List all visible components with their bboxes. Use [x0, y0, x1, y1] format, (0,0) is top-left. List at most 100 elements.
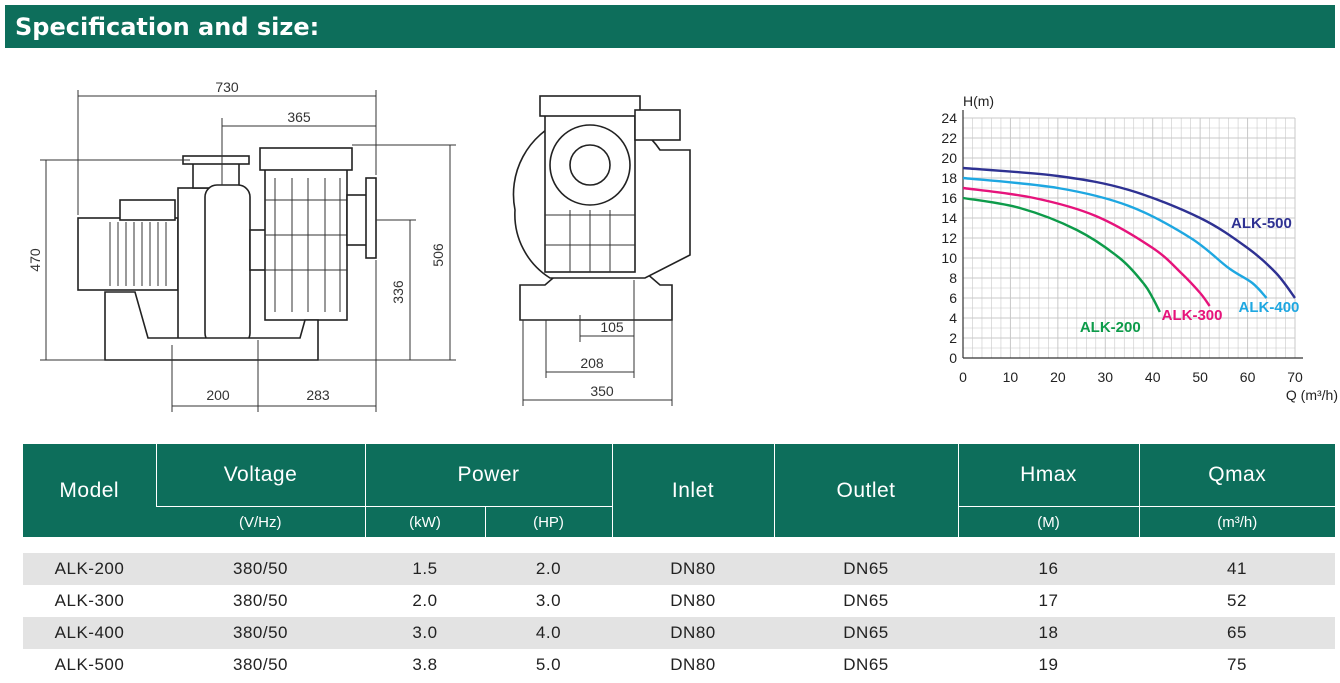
- cell-kw: 3.8: [365, 649, 485, 681]
- y-tick-label: 12: [941, 230, 957, 246]
- terminal-box: [119, 199, 176, 221]
- cell-kw: 1.5: [365, 553, 485, 585]
- outlet-flange: [182, 155, 250, 165]
- dim-half-length: 365: [287, 109, 311, 125]
- x-tick-label: 0: [959, 369, 967, 385]
- motor-flange: [177, 187, 209, 341]
- motor-body: [77, 217, 179, 291]
- dim-base-left: 200: [206, 387, 230, 403]
- front-lid: [539, 95, 641, 117]
- x-tick-label: 30: [1097, 369, 1113, 385]
- dim-total-length: 730: [215, 79, 239, 95]
- cell-outlet: DN65: [774, 553, 958, 585]
- cell-outlet: DN65: [774, 649, 958, 681]
- cell-voltage: 380/50: [156, 649, 365, 681]
- x-tick-label: 10: [1003, 369, 1019, 385]
- spec-table: Model Voltage Power Inlet Outlet Hmax Qm…: [23, 444, 1335, 681]
- col-header-outlet: Outlet: [773, 444, 958, 537]
- unit-voltage: (V/Hz): [156, 506, 365, 537]
- front-view-drawing: 105 208 350: [512, 95, 691, 406]
- performance-chart: 0 10 20 30 40 50 60 70024681012141618202224H(m)…: [941, 93, 1338, 403]
- cell-qmax: 65: [1139, 617, 1335, 649]
- col-header-model: Model: [23, 444, 156, 537]
- cell-hp: 3.0: [485, 585, 612, 617]
- y-tick-label: 16: [941, 190, 957, 206]
- cell-model: ALK-200: [23, 553, 156, 585]
- col-header-qmax: Qmax: [1138, 444, 1335, 507]
- unit-hmax: (M): [957, 506, 1139, 537]
- cell-hmax: 16: [958, 553, 1139, 585]
- col-header-inlet: Inlet: [611, 444, 774, 537]
- series-label: ALK-400: [1239, 299, 1300, 316]
- cell-outlet: DN65: [774, 585, 958, 617]
- cell-hmax: 19: [958, 649, 1139, 681]
- cell-model: ALK-500: [23, 649, 156, 681]
- unit-qmax: (m³/h): [1138, 506, 1335, 537]
- x-tick-label: 70: [1287, 369, 1303, 385]
- front-inlet-port: [569, 144, 611, 186]
- front-outlet: [634, 109, 681, 141]
- strainer-housing: [264, 167, 348, 321]
- cell-hmax: 17: [958, 585, 1139, 617]
- unit-kw: (kW): [364, 506, 485, 537]
- side-view-drawing: 730 365 470 506 336 200 283: [27, 79, 456, 412]
- x-tick-label: 40: [1145, 369, 1161, 385]
- dim-height: 470: [27, 248, 43, 272]
- dim-height-outlet: 506: [430, 243, 446, 267]
- y-tick-label: 20: [941, 150, 957, 166]
- cell-model: ALK-400: [23, 617, 156, 649]
- x-tick-label: 60: [1240, 369, 1256, 385]
- dim-foot-span: 208: [580, 355, 604, 371]
- series-label: ALK-200: [1080, 319, 1141, 336]
- cell-qmax: 75: [1139, 649, 1335, 681]
- col-header-power: Power: [364, 444, 612, 507]
- strainer-lid: [259, 147, 353, 171]
- unit-hp: (HP): [484, 506, 612, 537]
- y-axis-label: H(m): [963, 93, 994, 109]
- table-row: ALK-400 380/50 3.0 4.0 DN80 DN65 18 65: [23, 617, 1335, 649]
- x-tick-label: 50: [1192, 369, 1208, 385]
- cell-hp: 2.0: [485, 553, 612, 585]
- y-tick-label: 8: [949, 270, 957, 286]
- y-tick-label: 14: [941, 210, 957, 226]
- cell-model: ALK-300: [23, 585, 156, 617]
- cell-kw: 2.0: [365, 585, 485, 617]
- cell-outlet: DN65: [774, 617, 958, 649]
- y-tick-label: 2: [949, 330, 957, 346]
- cell-inlet: DN80: [612, 649, 774, 681]
- y-tick-label: 6: [949, 290, 957, 306]
- cell-hp: 4.0: [485, 617, 612, 649]
- cell-voltage: 380/50: [156, 585, 365, 617]
- dim-total-width: 350: [590, 383, 614, 399]
- dim-foot-half: 105: [600, 319, 624, 335]
- y-tick-label: 24: [941, 110, 957, 126]
- table-row: ALK-200 380/50 1.5 2.0 DN80 DN65 16 41: [23, 553, 1335, 585]
- table-row: ALK-300 380/50 2.0 3.0 DN80 DN65 17 52: [23, 585, 1335, 617]
- x-tick-label: 20: [1050, 369, 1066, 385]
- cell-hmax: 18: [958, 617, 1139, 649]
- cell-inlet: DN80: [612, 617, 774, 649]
- y-tick-label: 10: [941, 250, 957, 266]
- cell-inlet: DN80: [612, 585, 774, 617]
- col-header-hmax: Hmax: [957, 444, 1139, 507]
- x-axis-label: Q (m³/h): [1286, 387, 1338, 403]
- series-label: ALK-300: [1162, 307, 1223, 324]
- dim-base-right: 283: [306, 387, 330, 403]
- cell-qmax: 41: [1139, 553, 1335, 585]
- series-line-alk-200: [962, 196, 1161, 313]
- cell-voltage: 380/50: [156, 553, 365, 585]
- pump-drawings: 730 365 470 506 336 200 283 105 208 350: [27, 79, 691, 412]
- cell-inlet: DN80: [612, 553, 774, 585]
- y-tick-label: 22: [941, 130, 957, 146]
- pump-volute: [204, 184, 251, 346]
- inlet-flange: [365, 177, 377, 259]
- front-base: [519, 271, 673, 321]
- cell-kw: 3.0: [365, 617, 485, 649]
- cell-hp: 5.0: [485, 649, 612, 681]
- y-tick-label: 18: [941, 170, 957, 186]
- dim-inlet-height: 336: [390, 280, 406, 304]
- y-tick-label: 4: [949, 310, 957, 326]
- y-tick-label: 0: [949, 350, 957, 366]
- cell-qmax: 52: [1139, 585, 1335, 617]
- series-label: ALK-500: [1231, 215, 1292, 232]
